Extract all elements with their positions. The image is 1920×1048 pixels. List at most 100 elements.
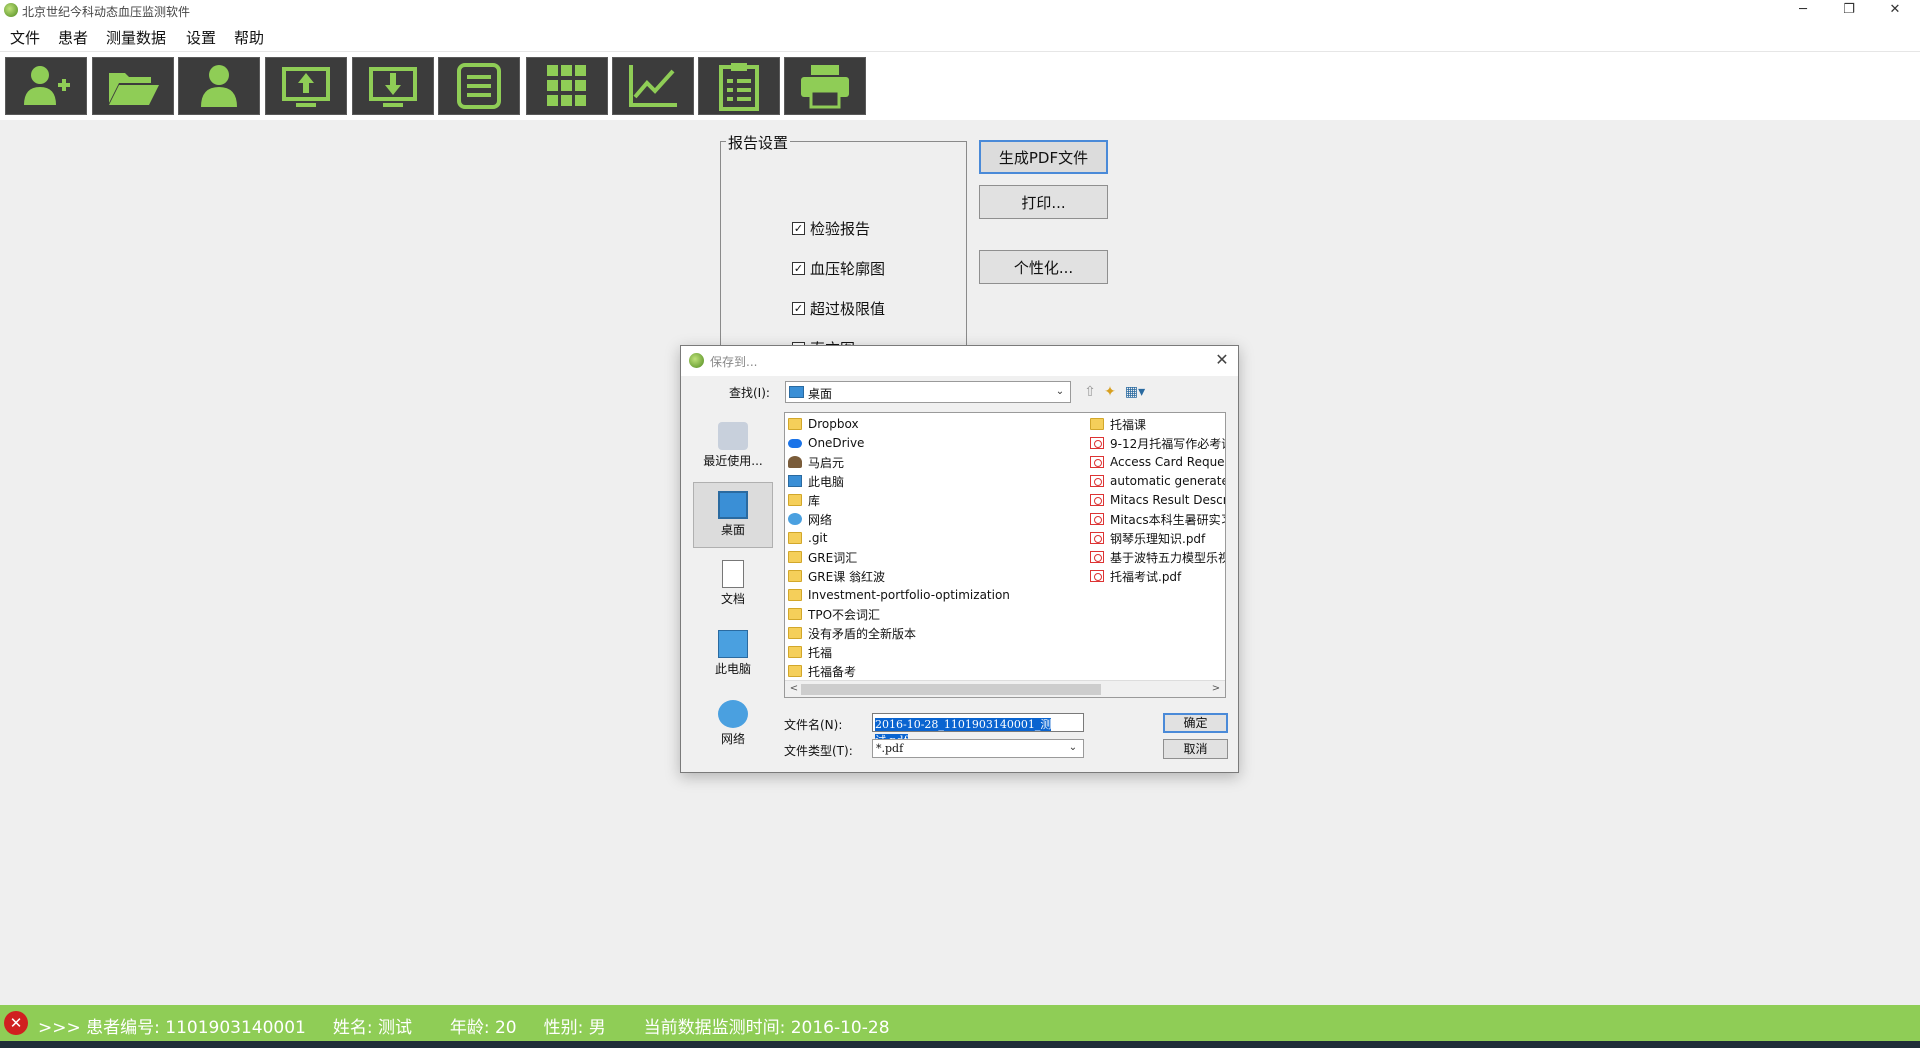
toolbar [0,52,1920,120]
file-item[interactable]: 托福课 [1090,415,1225,433]
file-name: 9-12月托福写作必考话 [1110,436,1226,451]
option-over-limit[interactable]: ✓ 超过极限值 [792,298,885,319]
menu-settings[interactable]: 设置 [186,27,216,48]
file-name: 库 [808,493,821,508]
file-item[interactable]: Mitacs Result Descrip [1090,491,1225,509]
scroll-left-icon[interactable]: < [787,682,801,696]
desktop-icon [718,491,748,519]
file-item[interactable]: GRE课 翁红波 [788,567,1078,585]
menu-help[interactable]: 帮助 [234,27,264,48]
file-item[interactable]: automatic generated [1090,472,1226,490]
file-item[interactable]: Access Card Request [1090,453,1225,471]
file-item[interactable]: Dropbox [788,415,1078,433]
report-button[interactable] [698,57,780,115]
menu-patient[interactable]: 患者 [58,27,88,48]
app-logo-icon [689,353,704,368]
menu-measurement[interactable]: 测量数据 [106,27,166,48]
generate-pdf-button[interactable]: 生成PDF文件 [979,140,1108,174]
grid-icon [547,65,586,106]
file-item[interactable]: .git [788,529,1078,547]
upload-icon [282,67,330,107]
file-item[interactable]: 库 [788,491,1078,509]
place-label: 桌面 [720,523,745,537]
file-item[interactable]: 网络 [788,510,1078,528]
chevron-down-icon[interactable]: ⌄ [1065,740,1081,756]
open-button[interactable] [92,57,174,115]
personalize-button[interactable]: 个性化... [979,250,1108,284]
file-item[interactable]: 钢琴乐理知识.pdf [1090,529,1225,547]
file-item[interactable]: 托福考试.pdf [1090,567,1225,585]
new-folder-icon[interactable]: ✦ [1101,383,1119,401]
close-button[interactable]: ✕ [1872,0,1918,21]
chevron-down-icon[interactable]: ⌄ [1052,384,1068,400]
pdf-file-icon [1090,494,1104,506]
file-item[interactable]: 基于波特五力模型乐视 [1090,548,1225,566]
option-label: 超过极限值 [810,300,886,318]
network-icon [718,700,748,728]
place-network[interactable]: 网络 [693,692,773,758]
print-toolbar-button[interactable] [784,57,866,115]
restore-button[interactable]: ❐ [1826,0,1872,21]
ok-button[interactable]: 确定 [1163,713,1228,733]
menu-bar: 文件 患者 测量数据 设置 帮助 [0,21,1920,52]
place-desktop[interactable]: 桌面 [693,482,773,548]
patient-button[interactable] [178,57,260,115]
file-item[interactable]: OneDrive [788,434,1078,452]
minimize-button[interactable]: ─ [1780,0,1826,21]
checkbox[interactable]: ✓ [792,262,805,275]
dialog-title: 保存到... [710,355,758,369]
print-button[interactable]: 打印... [979,185,1108,219]
chart-button[interactable] [612,57,694,115]
filetype-select[interactable]: *.pdf ⌄ [872,739,1084,758]
report-settings-group [720,141,967,361]
list-button[interactable] [438,57,520,115]
file-item[interactable]: 9-12月托福写作必考话 [1090,434,1226,452]
file-name: automatic generated [1110,474,1226,488]
checkbox[interactable]: ✓ [792,222,805,235]
file-name: Investment-portfolio-optimization [808,588,1010,602]
file-item[interactable]: Mitacs本科生暑研实习 [1090,510,1225,528]
dialog-close-button[interactable]: ✕ [1212,350,1232,370]
checkbox[interactable]: ✓ [792,302,805,315]
view-menu-icon[interactable]: ▦▾ [1123,383,1147,401]
open-folder-icon [109,73,159,105]
download-button[interactable] [352,57,434,115]
chart-icon [629,65,677,107]
report-settings-title: 报告设置 [726,132,791,153]
file-name: 托福考试.pdf [1110,569,1182,584]
horizontal-scrollbar[interactable]: < > [785,680,1225,697]
save-dialog: 保存到... ✕ 查找(I): 桌面 ⌄ ⇧ ✦ ▦▾ 最近使用... 桌面 文… [680,345,1239,773]
scroll-right-icon[interactable]: > [1209,682,1223,696]
file-item[interactable]: Investment-portfolio-optimization [788,586,1078,604]
scroll-thumb[interactable] [801,684,1101,695]
place-documents[interactable]: 文档 [693,552,773,618]
folder-icon [788,532,802,544]
folder-icon [788,665,802,677]
file-item[interactable]: 托福 [788,643,1078,661]
grid-button[interactable] [526,57,608,115]
file-item[interactable]: TPO不会词汇 [788,605,1078,623]
filetype-value: *.pdf [876,742,904,755]
filename-input[interactable]: 2016-10-28_1101903140001_测试.pdf [872,713,1084,747]
file-item[interactable]: 没有矛盾的全新版本 [788,624,1078,642]
file-item[interactable]: 此电脑 [788,472,1078,490]
file-item[interactable]: GRE词汇 [788,548,1078,566]
place-recent[interactable]: 最近使用... [693,414,773,480]
up-folder-icon[interactable]: ⇧ [1081,383,1099,401]
menu-file[interactable]: 文件 [10,27,40,48]
place-this-pc[interactable]: 此电脑 [693,622,773,688]
file-list[interactable]: Dropbox OneDrive 马启元 此电脑库网络 .git GRE词汇 GRE课 翁红… [784,412,1226,698]
cancel-button[interactable]: 取消 [1163,739,1228,759]
file-name: 托福 [808,645,833,660]
option-inspection-report[interactable]: ✓ 检验报告 [792,218,870,239]
folder-icon [788,570,802,582]
option-label: 检验报告 [810,220,871,238]
upload-button[interactable] [265,57,347,115]
file-item[interactable]: 托福备考 [788,662,1078,680]
look-in-combo[interactable]: 桌面 ⌄ [785,381,1071,403]
add-patient-button[interactable] [5,57,87,115]
places-bar: 最近使用... 桌面 文档 此电脑 网络 [689,406,773,746]
pdf-file-icon [1090,532,1104,544]
file-item[interactable]: 马启元 [788,453,1078,471]
option-bp-profile[interactable]: ✓ 血压轮廓图 [792,258,885,279]
